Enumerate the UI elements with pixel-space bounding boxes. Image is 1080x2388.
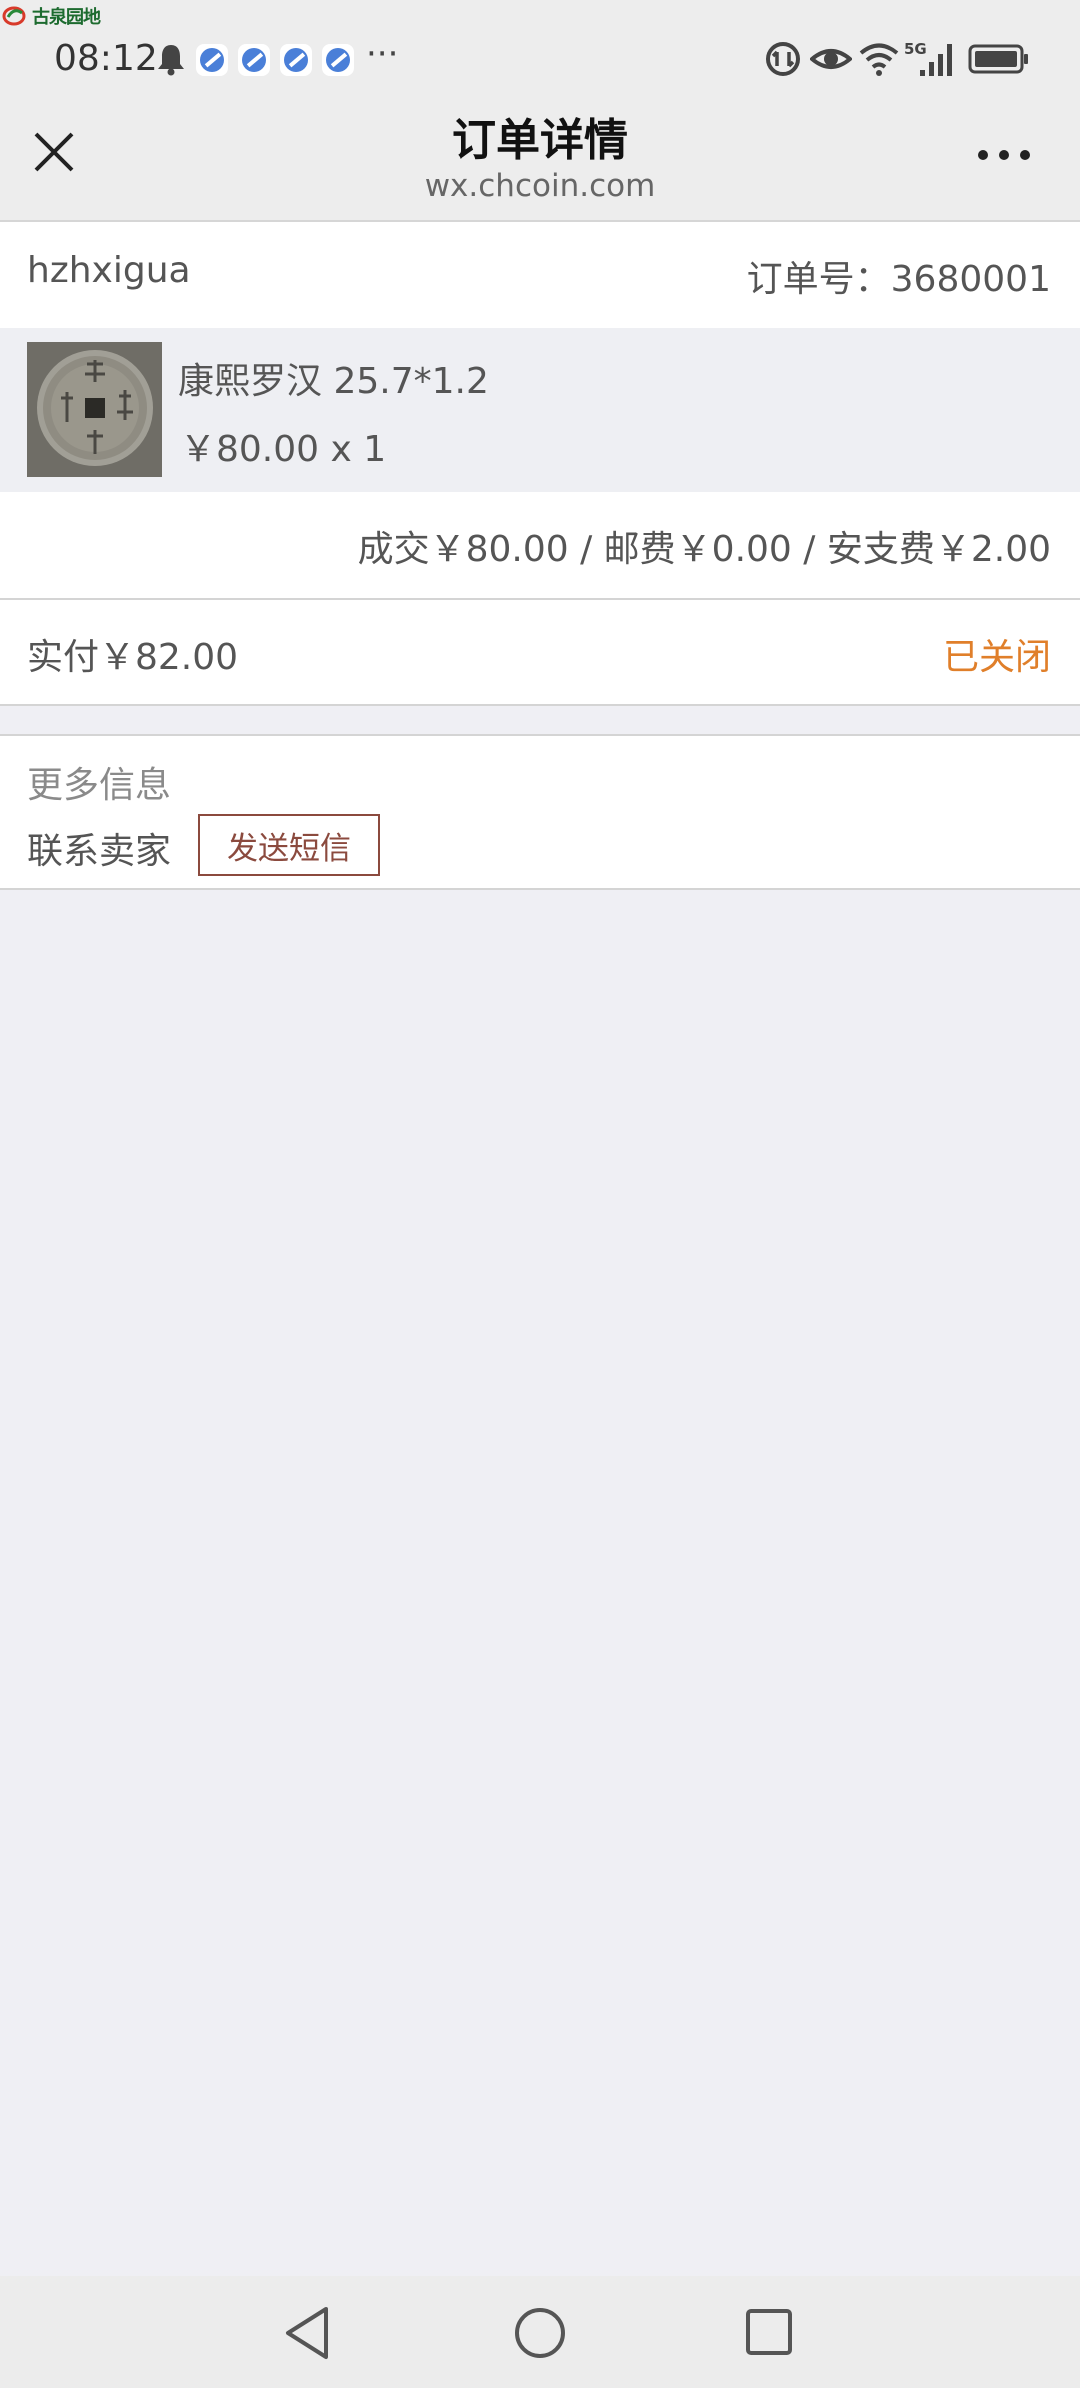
recent-apps-icon[interactable] — [745, 2308, 793, 2356]
divider — [0, 704, 1080, 706]
send-sms-button[interactable]: 发送短信 — [198, 814, 380, 876]
page-domain: wx.chcoin.com — [424, 168, 656, 204]
battery-icon — [968, 44, 1028, 74]
more-menu-icon[interactable] — [978, 150, 1030, 162]
wifi-icon — [859, 43, 899, 76]
coin-image — [27, 342, 162, 477]
signal-icon — [920, 44, 952, 76]
item-price-quantity: ￥80.00 x 1 — [180, 429, 387, 470]
app-notification-icon — [322, 44, 354, 76]
order-item-row[interactable] — [0, 328, 1080, 492]
watermark-text: 古泉园地 — [32, 7, 101, 28]
app-notification-icon — [238, 44, 270, 76]
more-notifications-indicator: ··· — [366, 34, 399, 74]
app-notification-icon — [280, 44, 312, 76]
paid-amount: 实付￥82.00 — [27, 637, 239, 678]
eye-icon — [810, 49, 852, 69]
data-saver-icon — [766, 42, 800, 76]
buyer-name: hzhxigua — [27, 250, 191, 291]
watermark: 古泉园地 — [2, 2, 101, 30]
back-icon[interactable] — [282, 2305, 334, 2361]
page-title: 订单详情 — [452, 115, 628, 166]
item-thumbnail[interactable] — [27, 342, 162, 477]
home-icon[interactable] — [513, 2306, 567, 2360]
contact-seller-label: 联系卖家 — [27, 831, 172, 872]
item-name: 康熙罗汉 25.7*1.2 — [178, 361, 489, 402]
fees-summary: 成交￥80.00 / 邮费￥0.00 / 安支费￥2.00 — [357, 529, 1051, 570]
more-info-heading: 更多信息 — [27, 765, 172, 806]
order-number: 订单号：3680001 — [746, 259, 1051, 300]
status-time: 08:12 — [54, 38, 158, 79]
order-status-badge: 已关闭 — [942, 637, 1051, 678]
bell-icon — [158, 45, 184, 76]
app-notification-icon — [196, 44, 228, 76]
divider — [0, 888, 1080, 890]
watermark-logo-icon — [2, 6, 26, 26]
